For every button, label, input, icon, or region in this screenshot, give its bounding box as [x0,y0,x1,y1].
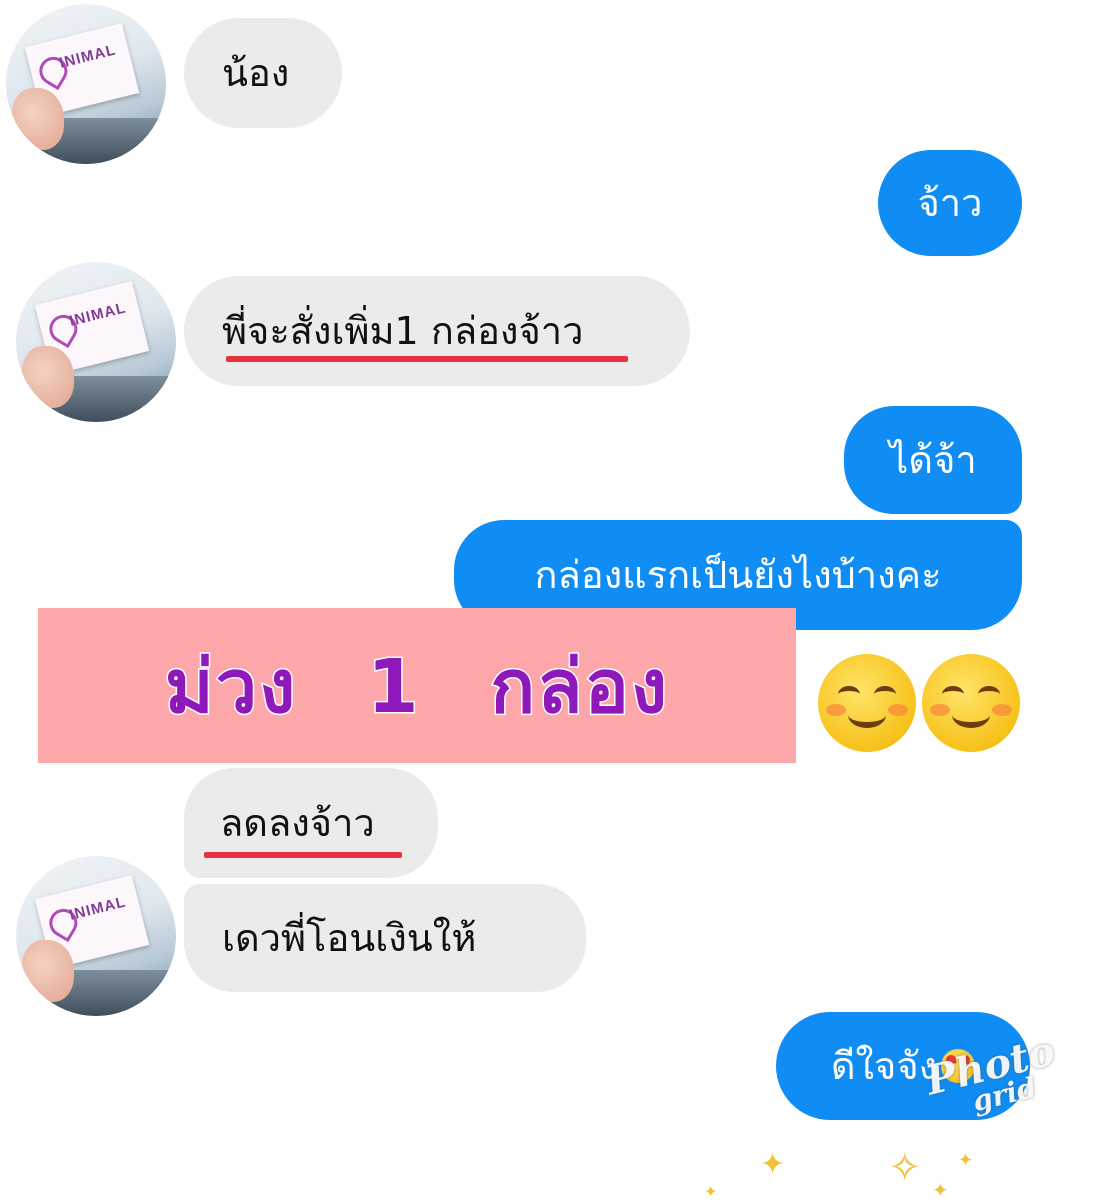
avatar-brand-text: INIMAL [67,299,128,330]
message-text: กล่องแรกเป็นยังไงบ้างคะ [534,553,942,597]
highlight-underline [204,852,402,858]
received-message[interactable]: เดวพี่โอนเงินให้ [184,884,586,992]
sparkle-icon: ✦ [760,1147,786,1182]
received-message[interactable]: น้อง [184,18,342,128]
message-text: ลดลงจ้าว [220,801,375,845]
sparkle-icon: ✦ [958,1150,974,1171]
avatar-brand-text: INIMAL [67,893,128,924]
message-text: พี่จะสั่งเพิ่ม1 กล่องจ้าว [222,309,584,353]
message-text: เดวพี่โอนเงินให้ [222,916,477,960]
smiling-face-emoji [922,654,1020,752]
received-message[interactable]: ลดลงจ้าว [184,768,438,878]
smiling-face-emoji [818,654,916,752]
avatar-hand [22,346,74,408]
avatar-hand [12,88,64,150]
sparkle-icon: ✦ [704,1182,718,1201]
contact-avatar[interactable]: INIMAL [6,4,166,164]
received-message[interactable]: พี่จะสั่งเพิ่ม1 กล่องจ้าว [184,276,690,386]
banner-text: ม่วง 1 กล่อง [163,642,670,731]
avatar-hand [22,940,74,1002]
sparkle-icon: ✦ [932,1178,949,1202]
sent-message[interactable]: ได้จ้า [844,406,1022,514]
sent-message[interactable]: จ้าว [878,150,1022,256]
sparkle-icon: ✧ [888,1145,922,1191]
message-text: ได้จ้า [889,438,977,482]
overlay-banner: ม่วง 1 กล่อง [38,608,796,763]
contact-avatar[interactable]: INIMAL [16,262,176,422]
message-text: น้อง [222,51,290,95]
message-text: จ้าว [917,181,983,225]
avatar-brand-text: INIMAL [57,41,118,72]
message-text: ดีใจจัง [830,1044,938,1088]
highlight-underline [226,356,628,362]
contact-avatar[interactable]: INIMAL [16,856,176,1016]
